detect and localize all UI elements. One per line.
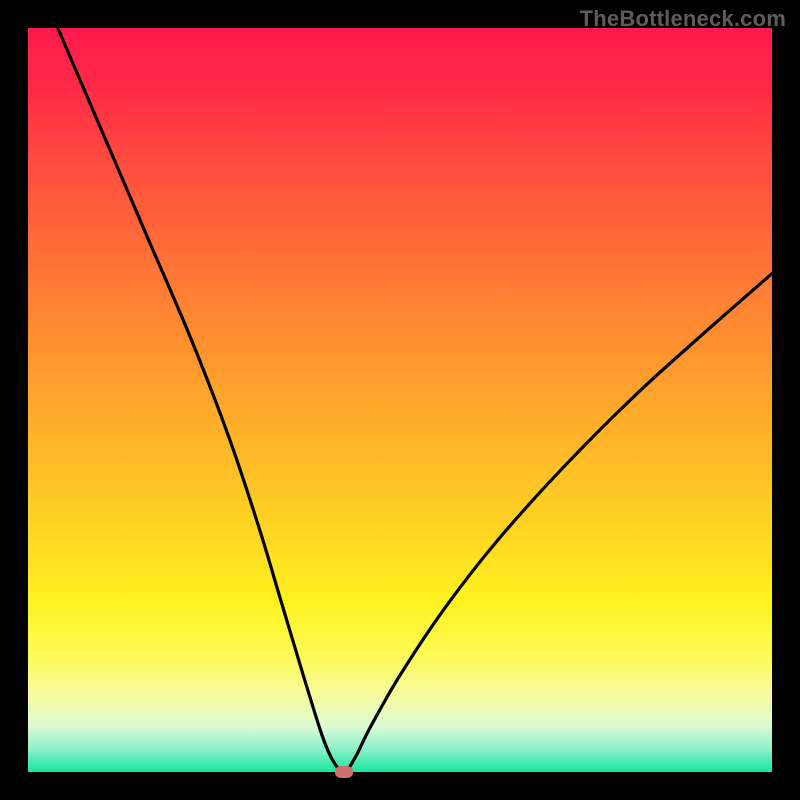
plot-area — [28, 28, 772, 772]
curve-layer — [28, 28, 772, 772]
bottleneck-curve — [58, 28, 772, 772]
chart-frame: TheBottleneck.com — [0, 0, 800, 800]
minimum-marker — [335, 766, 353, 778]
